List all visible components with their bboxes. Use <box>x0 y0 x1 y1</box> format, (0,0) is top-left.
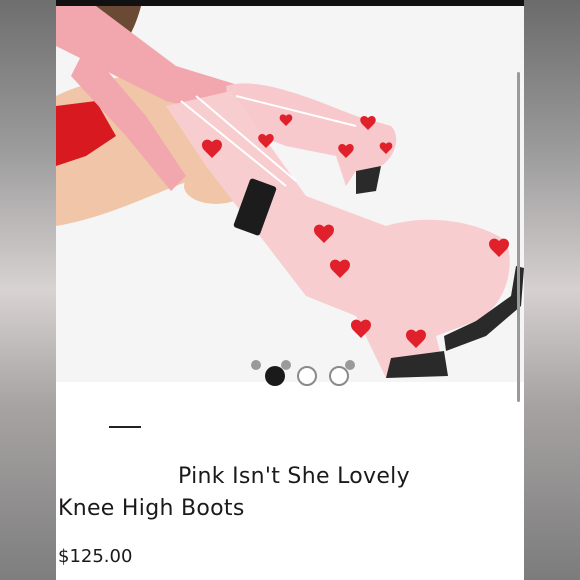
carousel-dot[interactable] <box>297 366 317 386</box>
divider-dash <box>109 426 141 428</box>
carousel-indicator <box>251 356 371 386</box>
product-page: Pink Isn't She Lovely Knee High Boots $1… <box>56 6 524 580</box>
carousel-dot-small[interactable] <box>345 360 355 370</box>
product-title-line2: Knee High Boots <box>58 496 245 521</box>
carousel-dot-small[interactable] <box>281 360 291 370</box>
carousel-dot-small[interactable] <box>251 360 261 370</box>
blurred-background-right <box>524 0 580 580</box>
product-price: $125.00 <box>58 546 133 567</box>
product-title: Pink Isn't She Lovely Knee High Boots <box>58 461 508 525</box>
product-title-line1: Pink Isn't She Lovely <box>178 464 410 489</box>
blurred-background-left <box>0 0 56 580</box>
scrollbar[interactable] <box>517 72 520 402</box>
product-image[interactable] <box>56 6 524 382</box>
